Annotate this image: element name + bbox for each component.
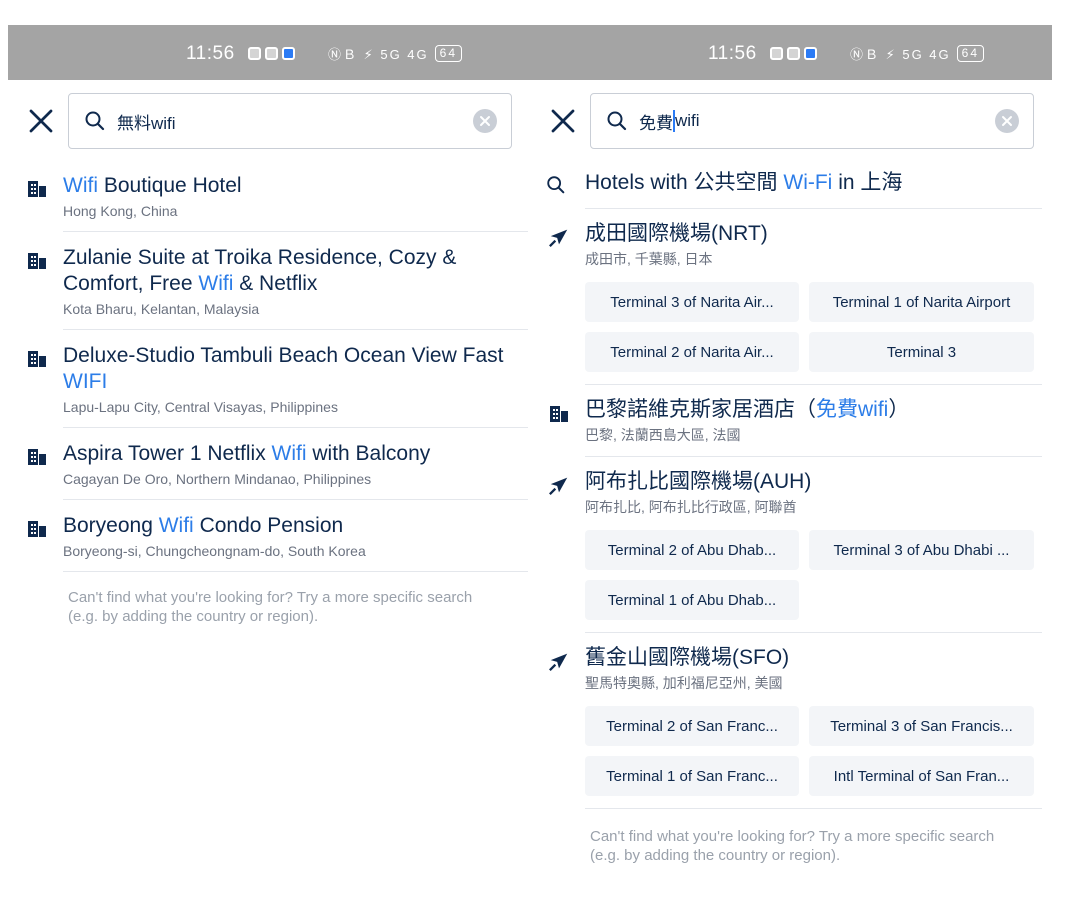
airport-title[interactable]: 舊金山國際機場(SFO)	[585, 645, 1042, 671]
app-notification-icon	[804, 47, 817, 60]
list-item: 阿布扎比國際機場(AUH) 阿布扎比, 阿布扎比行政區, 阿聯酋 Termina…	[549, 457, 1042, 633]
app-notification-icon	[282, 47, 295, 60]
search-suggestion[interactable]: Hotels with 公共空間 Wi-Fi in 上海	[547, 160, 1042, 209]
app-notification-icon	[787, 47, 800, 60]
status-icons: ⓃＢ ⚡ 5G 4G 64	[328, 44, 463, 63]
search-text-before-cursor: 免費	[639, 113, 673, 133]
result-location: Cagayan De Oro, Northern Mindanao, Phili…	[63, 471, 372, 487]
airport-title[interactable]: 阿布扎比國際機場(AUH)	[585, 469, 1042, 495]
left-screen: 11:56 ⓃＢ ⚡ 5G 4G 64 Wifi B	[8, 25, 530, 917]
result-title: Zulanie Suite at Troika Residence, Cozy …	[63, 246, 457, 295]
result-title: Wifi Boutique Hotel	[63, 174, 242, 197]
notification-icons	[248, 47, 295, 60]
terminal-chip[interactable]: Terminal 3 of San Francis...	[809, 706, 1034, 746]
hotel-title: 巴黎諾維克斯家居酒店（免費wifi）	[585, 398, 910, 421]
result-location: Hong Kong, China	[63, 203, 178, 219]
status-bar: 11:56 ⓃＢ ⚡ 5G 4G 64	[8, 25, 530, 80]
clear-input-button[interactable]	[995, 109, 1019, 133]
network-icons: ⓃＢ ⚡ 5G 4G	[328, 47, 429, 62]
hotel-icon	[28, 351, 46, 367]
terminal-list: Terminal 2 of Abu Dhab... Terminal 3 of …	[585, 530, 1042, 620]
hotel-icon	[28, 449, 46, 465]
hotel-icon	[28, 181, 46, 197]
close-icon[interactable]	[548, 106, 578, 136]
airport-location: 聖馬特奧縣, 加利福尼亞州, 美國	[585, 675, 783, 691]
search-input[interactable]	[117, 111, 447, 131]
result-location: Kota Bharu, Kelantan, Malaysia	[63, 301, 260, 317]
terminal-chip[interactable]: Intl Terminal of San Fran...	[809, 756, 1034, 796]
airport-title[interactable]: 成田國際機場(NRT)	[585, 221, 1042, 247]
app-notification-icon	[248, 47, 261, 60]
search-icon	[547, 176, 565, 194]
airplane-icon	[549, 653, 568, 671]
airplane-icon	[549, 477, 568, 495]
terminal-chip[interactable]: Terminal 1 of San Franc...	[585, 756, 799, 796]
airport-location: 阿布扎比, 阿布扎比行政區, 阿聯酋	[585, 499, 797, 515]
right-screen: 11:56 ⓃＢ ⚡ 5G 4G 64 免費 wifi Hotels with …	[530, 25, 1052, 917]
list-item: 成田國際機場(NRT) 成田市, 千葉縣, 日本 Terminal 3 of N…	[549, 209, 1042, 385]
terminal-chip[interactable]: Terminal 2 of Abu Dhab...	[585, 530, 799, 570]
result-location: Lapu-Lapu City, Central Visayas, Philipp…	[63, 399, 338, 415]
hotel-icon	[550, 406, 568, 422]
status-bar: 11:56 ⓃＢ ⚡ 5G 4G 64	[530, 25, 1052, 80]
list-item[interactable]: Boryeong Wifi Condo Pension Boryeong-si,…	[28, 500, 528, 572]
suggestion-title: Hotels with 公共空間 Wi-Fi in 上海	[585, 171, 903, 194]
terminal-chip[interactable]: Terminal 1 of Abu Dhab...	[585, 580, 799, 620]
list-item[interactable]: 巴黎諾維克斯家居酒店（免費wifi） 巴黎, 法蘭西島大區, 法國	[550, 385, 1042, 457]
status-icons: ⓃＢ ⚡ 5G 4G 64	[850, 44, 985, 63]
airport-location: 成田市, 千葉縣, 日本	[585, 251, 713, 267]
terminal-chip[interactable]: Terminal 1 of Narita Airport	[809, 282, 1034, 322]
list-item: 舊金山國際機場(SFO) 聖馬特奧縣, 加利福尼亞州, 美國 Terminal …	[549, 633, 1042, 809]
list-item[interactable]: Zulanie Suite at Troika Residence, Cozy …	[28, 232, 528, 330]
search-hint: Can't find what you're looking for? Try …	[68, 589, 473, 625]
search-row: 免費 wifi	[530, 80, 1052, 160]
terminal-chip[interactable]: Terminal 3	[809, 332, 1034, 372]
terminal-list: Terminal 3 of Narita Air... Terminal 1 o…	[585, 282, 1042, 372]
network-icons: ⓃＢ ⚡ 5G 4G	[850, 47, 951, 62]
result-title: Aspira Tower 1 Netflix Wifi with Balcony	[63, 442, 431, 465]
search-input[interactable]: 免費 wifi	[639, 109, 969, 134]
search-row	[8, 80, 530, 160]
battery-icon: 64	[956, 45, 985, 62]
status-time: 11:56	[186, 43, 235, 64]
terminal-chip[interactable]: Terminal 2 of Narita Air...	[585, 332, 799, 372]
clear-icon	[1002, 116, 1012, 126]
notification-icons	[770, 47, 817, 60]
terminal-list: Terminal 2 of San Franc... Terminal 3 of…	[585, 706, 1042, 796]
search-hint: Can't find what you're looking for? Try …	[590, 828, 995, 864]
hotel-icon	[28, 521, 46, 537]
search-icon	[607, 111, 627, 131]
result-title: Deluxe-Studio Tambuli Beach Ocean View F…	[63, 344, 504, 393]
hotel-icon	[28, 253, 46, 269]
search-text-after-cursor: wifi	[675, 111, 700, 130]
result-title: Boryeong Wifi Condo Pension	[63, 514, 344, 537]
app-notification-icon	[770, 47, 783, 60]
close-icon[interactable]	[26, 106, 56, 136]
hotel-location: 巴黎, 法蘭西島大區, 法國	[585, 427, 741, 443]
list-item[interactable]: Wifi Boutique Hotel Hong Kong, China	[28, 160, 528, 232]
search-box[interactable]: 免費 wifi	[590, 93, 1034, 149]
terminal-chip[interactable]: Terminal 3 of Abu Dhabi ...	[809, 530, 1034, 570]
status-time: 11:56	[708, 43, 757, 64]
search-icon	[85, 111, 105, 131]
battery-icon: 64	[434, 45, 463, 62]
list-item[interactable]: Deluxe-Studio Tambuli Beach Ocean View F…	[28, 330, 528, 428]
terminal-chip[interactable]: Terminal 2 of San Franc...	[585, 706, 799, 746]
search-box[interactable]	[68, 93, 512, 149]
list-item[interactable]: Aspira Tower 1 Netflix Wifi with Balcony…	[28, 428, 528, 500]
clear-icon	[480, 116, 490, 126]
results-list: Wifi Boutique Hotel Hong Kong, China Zul…	[8, 160, 530, 572]
airplane-icon	[549, 229, 568, 247]
result-location: Boryeong-si, Chungcheongnam-do, South Ko…	[63, 543, 366, 559]
terminal-chip[interactable]: Terminal 3 of Narita Air...	[585, 282, 799, 322]
app-notification-icon	[265, 47, 278, 60]
clear-input-button[interactable]	[473, 109, 497, 133]
